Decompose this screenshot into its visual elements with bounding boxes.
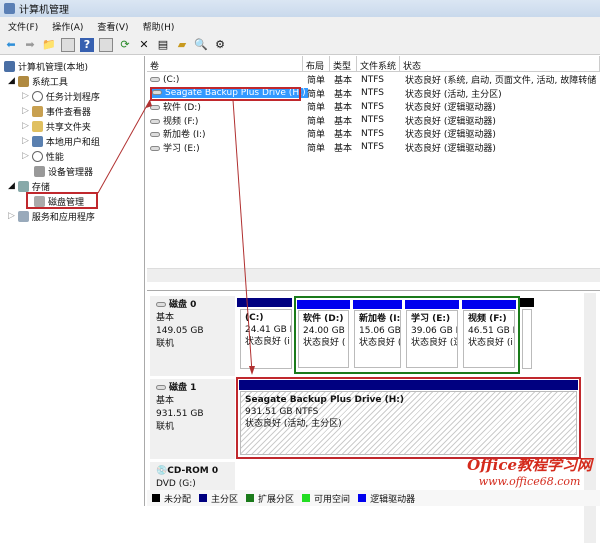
annotation-arrows	[97, 99, 255, 375]
legend-swatch	[152, 494, 160, 502]
legend-swatch	[246, 494, 255, 502]
legend-label: 未分配	[164, 494, 192, 505]
legend-label: 扩展分区	[258, 494, 295, 505]
legend-swatch	[302, 494, 311, 502]
legend-swatch	[358, 494, 367, 502]
watermark-logo: Office教程学习网 www.office68.com	[467, 456, 592, 488]
legend-label: 主分区	[211, 494, 239, 505]
legend: 未分配 主分区 扩展分区 可用空间 逻辑驱动器	[147, 490, 600, 506]
arrowhead	[249, 366, 255, 375]
arrow-to-partition	[232, 99, 253, 373]
legend-label: 逻辑驱动器	[370, 494, 416, 505]
legend-swatch	[199, 494, 208, 502]
legend-label: 可用空间	[314, 494, 351, 505]
arrow-to-volume	[97, 99, 151, 194]
